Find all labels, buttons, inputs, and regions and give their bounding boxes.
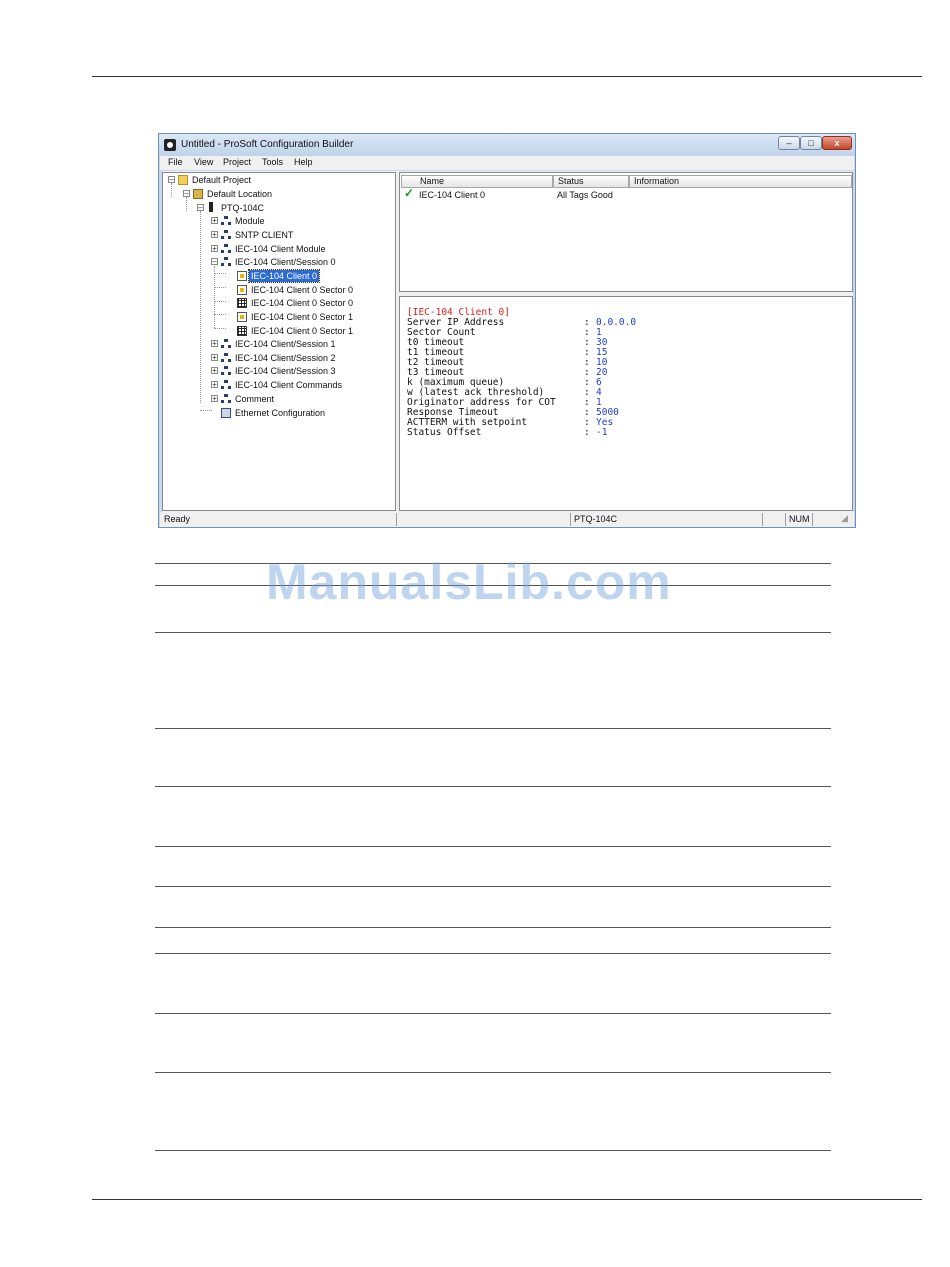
menu-bar: File View Project Tools Help (160, 156, 854, 170)
tree-item-session-2[interactable]: IEC-104 Client/Session 2 (235, 352, 336, 364)
status-bar: Ready PTQ-104C NUM ◢ (160, 512, 854, 527)
tree-item-client-0-sector-0-config[interactable]: IEC-104 Client 0 Sector 0 (251, 284, 353, 296)
page-bottom-rule (92, 1199, 922, 1200)
tree-expander[interactable]: – (168, 176, 175, 184)
tree-item-comment[interactable]: Comment (235, 393, 274, 405)
app-icon (164, 139, 176, 151)
tree-item-client-0[interactable]: IEC-104 Client 0 (247, 269, 321, 283)
status-module: PTQ-104C (574, 514, 618, 524)
maximize-button[interactable]: □ (800, 136, 822, 150)
check-icon: ✓ (404, 186, 415, 200)
resize-grip-icon[interactable]: ◢ (841, 513, 848, 524)
tree-expander[interactable]: + (211, 395, 218, 403)
menu-view[interactable]: View (194, 157, 213, 167)
tree-expander[interactable]: + (211, 231, 218, 239)
menu-help[interactable]: Help (294, 157, 313, 167)
column-header-information[interactable]: Information (629, 175, 852, 188)
tree-expander[interactable]: + (211, 367, 218, 375)
grid-icon (237, 326, 247, 336)
config-doc-icon (237, 312, 247, 322)
tree-item-session-3[interactable]: IEC-104 Client/Session 3 (235, 365, 336, 377)
network-icon (221, 244, 231, 254)
right-pane: Name Status Information ✓ IEC-104 Client… (399, 172, 853, 511)
list-item-name: IEC-104 Client 0 (419, 190, 486, 200)
folder-icon (178, 175, 188, 185)
param-separator: : (584, 427, 590, 438)
tree-item-ptq-104c[interactable]: PTQ-104C (221, 202, 264, 214)
tree-item-default-location[interactable]: Default Location (207, 188, 272, 200)
tree-expander[interactable]: – (211, 258, 218, 266)
close-button[interactable]: x (822, 136, 852, 150)
tree-item-sntp-client[interactable]: SNTP CLIENT (235, 229, 293, 241)
tree-expander[interactable]: + (211, 354, 218, 362)
tree-item-session-0[interactable]: IEC-104 Client/Session 0 (235, 256, 336, 268)
param-value: 0.0.0.0 (596, 317, 637, 328)
tree-item-session-1[interactable]: IEC-104 Client/Session 1 (235, 338, 336, 350)
plc-module-icon (209, 202, 213, 212)
tree-item-ethernet-configuration[interactable]: Ethernet Configuration (235, 407, 325, 419)
status-num: NUM (789, 514, 810, 524)
tree-item-default-project[interactable]: Default Project (192, 174, 251, 186)
config-doc-icon (237, 285, 247, 295)
location-folder-icon (193, 189, 203, 199)
column-header-name[interactable]: Name (401, 175, 553, 188)
application-window: Untitled - ProSoft Configuration Builder… (158, 133, 856, 528)
item-list[interactable]: Name Status Information ✓ IEC-104 Client… (399, 172, 853, 292)
param-key: Status Offset (407, 427, 482, 438)
title-bar[interactable]: Untitled - ProSoft Configuration Builder… (159, 134, 855, 156)
grid-icon (237, 298, 247, 308)
tree-item-client-0-sector-1-config[interactable]: IEC-104 Client 0 Sector 1 (251, 311, 353, 323)
network-icon (221, 366, 231, 376)
tree-expander[interactable]: + (211, 245, 218, 253)
tree-item-client-0-sector-0-table[interactable]: IEC-104 Client 0 Sector 0 (251, 297, 353, 309)
tree-item-client-module[interactable]: IEC-104 Client Module (235, 243, 326, 255)
list-item-status: All Tags Good (557, 190, 613, 200)
network-icon (221, 394, 231, 404)
menu-file[interactable]: File (168, 157, 183, 167)
network-icon (221, 230, 231, 240)
status-ready: Ready (164, 514, 191, 524)
tree-item-module[interactable]: Module (235, 215, 265, 227)
tree-item-client-0-sector-1-table[interactable]: IEC-104 Client 0 Sector 1 (251, 325, 353, 337)
tree-expander[interactable]: + (211, 217, 218, 225)
network-icon (221, 380, 231, 390)
param-value: -1 (596, 427, 608, 438)
tree-expander[interactable]: – (197, 204, 204, 212)
column-header-status[interactable]: Status (553, 175, 629, 188)
watermark: ManualsLib.com (266, 554, 672, 610)
ethernet-icon (221, 408, 231, 418)
tree-expander[interactable]: + (211, 381, 218, 389)
tree-item-client-commands[interactable]: IEC-104 Client Commands (235, 379, 342, 391)
menu-project[interactable]: Project (223, 157, 251, 167)
window-title: Untitled - ProSoft Configuration Builder (181, 139, 354, 150)
menu-tools[interactable]: Tools (262, 157, 283, 167)
client-area: – Default Project – Default Location – P… (162, 171, 853, 513)
network-icon (221, 216, 231, 226)
tree-expander[interactable]: – (183, 190, 190, 198)
tree-expander[interactable]: + (211, 340, 218, 348)
network-icon (221, 339, 231, 349)
network-icon (221, 353, 231, 363)
config-doc-icon (237, 271, 247, 281)
network-icon (221, 257, 231, 267)
minimize-button[interactable]: – (778, 136, 800, 150)
details-pane: [IEC-104 Client 0] Server IP Address:0.0… (399, 296, 853, 511)
page-top-rule (92, 76, 922, 77)
project-tree[interactable]: – Default Project – Default Location – P… (162, 172, 396, 511)
